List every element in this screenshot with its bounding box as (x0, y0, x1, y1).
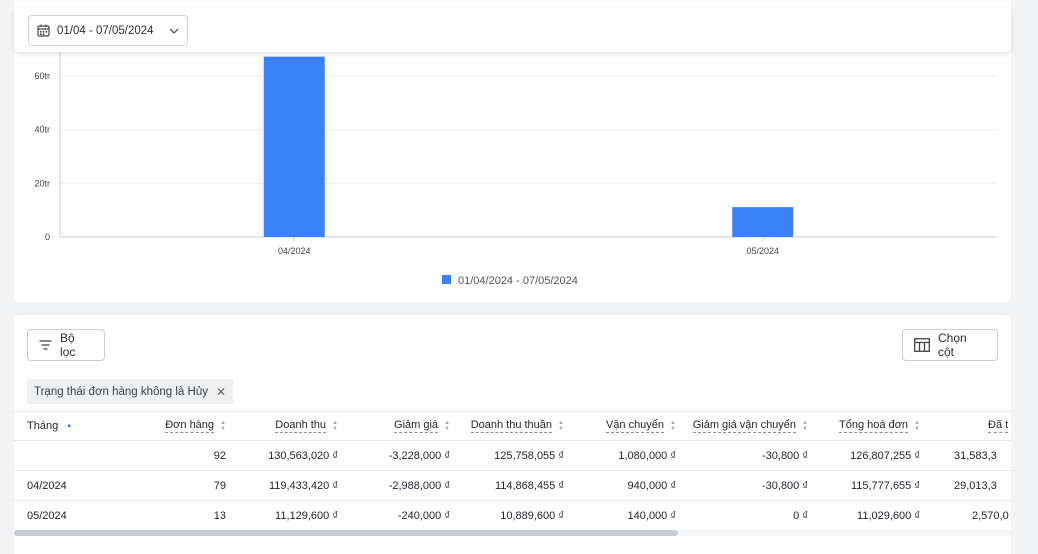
scrollbar-thumb[interactable] (14, 530, 678, 536)
cell-shipping: 1,080,000 ₫ (618, 449, 676, 462)
cell-shipping: 940,000 ₫ (627, 479, 676, 492)
legend-swatch (442, 275, 451, 284)
y-tick-label: 0 (45, 232, 50, 242)
cell-paid: 31,583,3 (954, 449, 997, 462)
table-row-2024-05[interactable]: 05/2024 13 11,129,600 ₫ -240,000 ₫ 10,88… (14, 501, 1011, 531)
report-table: Tháng ▲ Đơn hàng ▲ ▼ Doanh thu ▲ ▼ Giảm gi… (14, 411, 1011, 531)
y-tick-label: 60tr (34, 71, 50, 81)
table-row-total[interactable]: 92 130,563,020 ₫ -3,228,000 ₫ 125,758,05… (14, 441, 1011, 471)
cell-discount: -240,000 ₫ (397, 509, 450, 522)
cell-invoice-total: 126,807,255 ₫ (850, 449, 920, 462)
cell-shipping: 140,000 ₫ (627, 509, 676, 522)
table-header-row: Tháng ▲ Đơn hàng ▲ ▼ Doanh thu ▲ ▼ Giảm gi… (14, 411, 1011, 441)
sort-ascending-icon: ▲ (66, 423, 73, 429)
cell-revenue: 119,433,420 ₫ (268, 479, 338, 492)
table-row-2024-04[interactable]: 04/2024 79 119,433,420 ₫ -2,988,000 ₫ 11… (14, 471, 1011, 501)
active-filter-chip: Trạng thái đơn hàng không là Hủy ✕ (27, 379, 234, 404)
y-tick-label: 20tr (34, 178, 50, 188)
remove-filter-icon[interactable]: ✕ (216, 385, 226, 399)
cell-revenue: 130,563,020 ₫ (268, 449, 338, 462)
column-header-month[interactable]: Tháng ▲ (27, 412, 147, 440)
cell-discount: -3,228,000 ₫ (388, 449, 450, 462)
cell-month: 05/2024 (27, 509, 67, 522)
column-header-paid[interactable]: Đã t (988, 412, 1011, 440)
sort-icon: ▲ ▼ (914, 420, 920, 432)
table-columns-icon (914, 338, 930, 352)
x-tick-label: 05/2024 (746, 246, 779, 256)
date-range-bar: 01/04 - 07/05/2024 (14, 8, 1011, 52)
horizontal-scrollbar[interactable] (14, 530, 1011, 536)
legend-label: 01/04/2024 - 07/05/2024 (458, 275, 578, 287)
bar-04-2024 (263, 56, 325, 238)
filter-button[interactable]: Bộ lọc (27, 329, 105, 361)
cell-paid: 2,570,0 (972, 509, 1009, 522)
column-header-orders[interactable]: Đơn hàng ▲ ▼ (144, 412, 226, 440)
filter-icon (39, 340, 52, 350)
calendar-icon (37, 24, 50, 37)
cell-orders: 92 (213, 449, 226, 462)
choose-columns-label: Chọn cột (938, 331, 967, 359)
date-range-picker[interactable]: 01/04 - 07/05/2024 (28, 15, 188, 46)
cell-month (27, 441, 137, 470)
cell-discount: -2,988,000 ₫ (388, 479, 450, 492)
cell-invoice-total: 11,029,600 ₫ (857, 509, 920, 522)
report-table-card: Bộ lọc Chọn cột Trạng thái đơn hàng khôn… (14, 315, 1011, 554)
y-tick-label: 40tr (34, 125, 50, 135)
cell-shipping-discount: -30,800 ₫ (761, 449, 808, 462)
column-header-shipping[interactable]: Vận chuyển ▲ ▼ (564, 412, 676, 440)
cell-orders: 79 (213, 479, 226, 492)
active-filter-label: Trạng thái đơn hàng không là Hủy (34, 385, 208, 398)
filter-button-label: Bộ lọc (60, 331, 76, 359)
column-header-invoice-total[interactable]: Tổng hoá đơn ▲ ▼ (808, 412, 920, 440)
cell-net-revenue: 10,889,600 ₫ (500, 509, 564, 522)
cell-orders: 13 (213, 509, 226, 522)
cell-month: 04/2024 (27, 479, 67, 492)
cell-shipping-discount: 0 ₫ (793, 509, 808, 522)
date-range-value: 01/04 - 07/05/2024 (57, 24, 154, 37)
column-header-revenue[interactable]: Doanh thu ▲ ▼ (226, 412, 338, 440)
cell-net-revenue: 125,758,055 ₫ (494, 449, 564, 462)
x-tick-label: 04/2024 (278, 246, 311, 256)
cell-paid: 29,013,3 (954, 479, 997, 492)
cell-shipping-discount: -30,800 ₫ (761, 479, 808, 492)
bar-05-2024 (732, 207, 794, 237)
column-header-shipping-discount[interactable]: Giảm giá vận chuyển ▲ ▼ (676, 412, 808, 440)
column-header-discount[interactable]: Giảm giá ▲ ▼ (338, 412, 450, 440)
cell-invoice-total: 115,777,655 ₫ (850, 479, 920, 492)
cell-revenue: 11,129,600 ₫ (275, 509, 338, 522)
cell-net-revenue: 114,868,455 ₫ (494, 479, 564, 492)
chevron-down-icon (169, 28, 179, 34)
column-header-net-revenue[interactable]: Doanh thu thuần ▲ ▼ (450, 412, 564, 440)
choose-columns-button[interactable]: Chọn cột (902, 329, 998, 361)
